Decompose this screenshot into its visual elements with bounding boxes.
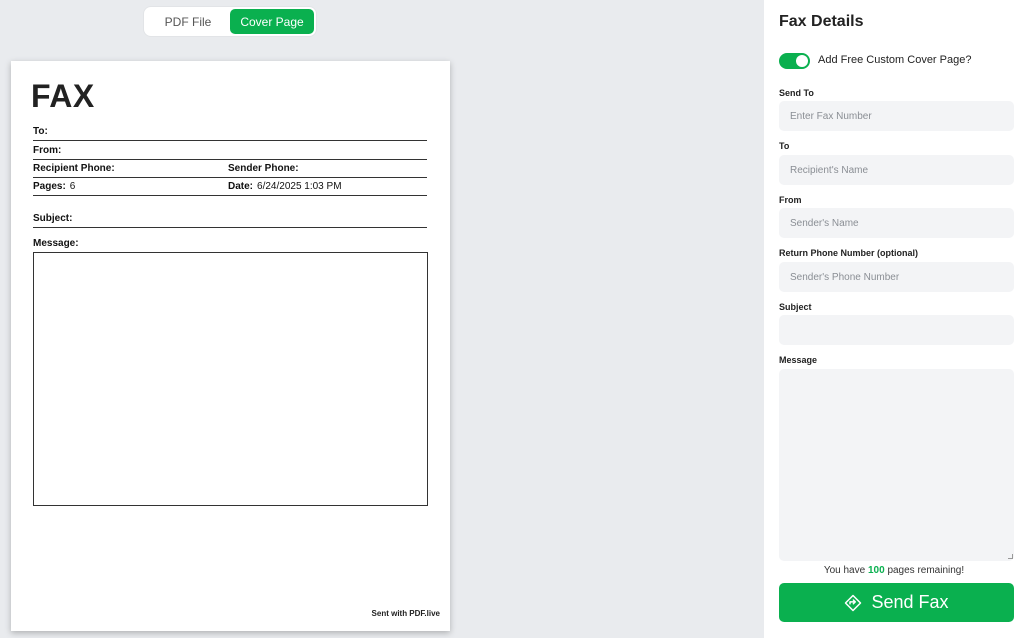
remaining-count: 100 bbox=[867, 565, 885, 576]
tab-cover-page[interactable]: Cover Page bbox=[230, 9, 314, 34]
to-label: To: bbox=[33, 126, 48, 137]
fax-number-input[interactable] bbox=[779, 101, 1014, 131]
phone-row: Recipient Phone: Sender Phone: bbox=[33, 160, 427, 178]
sender-phone-label: Sender Phone: bbox=[228, 163, 299, 174]
panel-title: Fax Details bbox=[779, 13, 864, 30]
from-field-label: From bbox=[779, 195, 802, 205]
send-to-label: Send To bbox=[779, 88, 814, 98]
send-fax-button[interactable]: Send Fax bbox=[779, 583, 1014, 622]
subject-row: Subject: bbox=[33, 210, 427, 228]
sheet-footer: Sent with PDF.live bbox=[371, 609, 440, 618]
pages-label: Pages: bbox=[33, 181, 66, 192]
fax-title: FAX bbox=[31, 78, 95, 114]
return-phone-label: Return Phone Number (optional) bbox=[779, 248, 918, 258]
cover-page-preview: FAX To: From: Recipient Phone: Sender Ph… bbox=[11, 61, 450, 631]
fax-details-panel: Fax Details Add Free Custom Cover Page? … bbox=[764, 0, 1024, 638]
diamond-arrow-icon bbox=[845, 594, 862, 611]
message-textarea[interactable] bbox=[779, 369, 1014, 561]
pages-date-row: Pages: 6 Date: 6/24/2025 1:03 PM bbox=[33, 178, 427, 196]
subject-label: Subject: bbox=[33, 213, 73, 224]
remaining-suffix: pages remaining! bbox=[887, 565, 965, 576]
mode-tabs: PDF File Cover Page bbox=[144, 7, 316, 36]
recipient-phone-label: Recipient Phone: bbox=[33, 163, 115, 174]
to-field-label: To bbox=[779, 141, 790, 151]
pages-value: 6 bbox=[69, 181, 76, 192]
sender-name-input[interactable] bbox=[779, 208, 1014, 238]
message-label: Message: bbox=[33, 238, 79, 249]
subject-input[interactable] bbox=[779, 315, 1014, 345]
resize-grip-icon[interactable] bbox=[1008, 554, 1013, 559]
sender-phone-input[interactable] bbox=[779, 262, 1014, 292]
from-label: From: bbox=[33, 145, 62, 156]
to-row: To: bbox=[33, 123, 427, 141]
pages-remaining: You have 100 pages remaining! bbox=[764, 565, 1024, 576]
from-row: From: bbox=[33, 142, 427, 160]
recipient-name-input[interactable] bbox=[779, 155, 1014, 185]
date-label: Date: bbox=[228, 181, 254, 192]
cover-page-toggle[interactable] bbox=[779, 53, 810, 69]
tab-pdf-file[interactable]: PDF File bbox=[146, 9, 230, 34]
date-value: 6/24/2025 1:03 PM bbox=[257, 181, 342, 192]
toggle-label: Add Free Custom Cover Page? bbox=[818, 54, 972, 66]
toggle-knob bbox=[796, 55, 808, 67]
message-box bbox=[33, 252, 428, 506]
subject-field-label: Subject bbox=[779, 302, 812, 312]
remaining-prefix: You have bbox=[823, 565, 866, 576]
send-fax-label: Send Fax bbox=[871, 592, 949, 612]
message-field-label: Message bbox=[779, 355, 818, 365]
